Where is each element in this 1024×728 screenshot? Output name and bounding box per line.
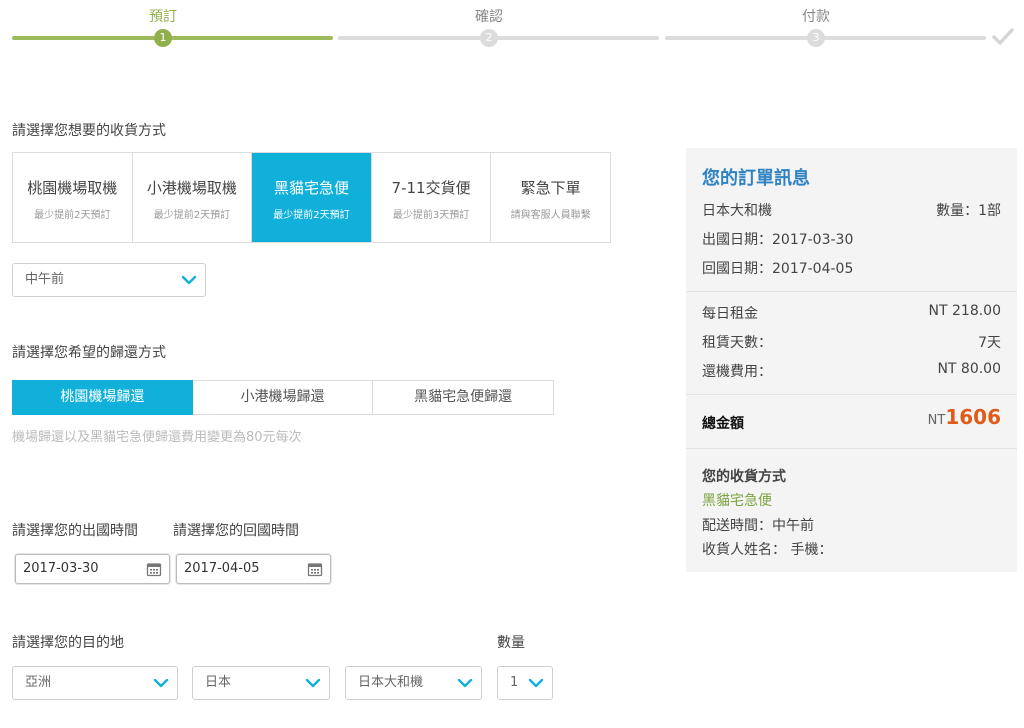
summary-method-value: 黑貓宅急便 [702, 493, 772, 509]
summary-recipient: 收貨人姓名： 手機： [702, 542, 833, 558]
delivery-section-title: 請選擇您想要的收貨方式 [12, 123, 166, 139]
delivery-options: 桃園機場取機 最少提前2天預訂 小港機場取機 最少提前2天預訂 黑貓宅急便 最少… [12, 152, 611, 243]
step-bar-confirm [338, 36, 659, 40]
return-fee-note: 機場歸還以及黑貓宅急便歸還費用變更為80元每次 [12, 430, 302, 445]
total-amount: NT1606 [928, 405, 1001, 429]
delivery-option-title: 黑貓宅急便 [273, 179, 349, 197]
total-currency: NT [927, 413, 946, 428]
delivery-option-sub: 最少提前3天預訂 [392, 210, 470, 221]
chevron-down-icon [528, 678, 544, 688]
delivery-time-select[interactable]: 中午前 [12, 263, 206, 297]
destination-label: 請選擇您的目的地 [12, 635, 124, 651]
step-dot-2: 2 [480, 29, 498, 47]
summary-divider [686, 394, 1017, 395]
delivery-time-value: 中午前 [25, 272, 65, 287]
delivery-option-sub: 最少提前2天預訂 [153, 210, 231, 221]
summary-product: 日本大和機 [702, 203, 772, 219]
summary-depart-row: 出國日期：2017-03-30 [702, 232, 854, 248]
return-options: 桃園機場歸還 小港機場歸還 黑貓宅急便歸還 [12, 380, 555, 415]
progress-steps: 預訂 確認 付款 1 2 3 [12, 0, 1016, 60]
summary-delivery-time: 配送時間：中午前 [702, 518, 814, 534]
delivery-option-title: 緊急下單 [520, 179, 581, 197]
rental-days-value: 7天 [978, 335, 1001, 351]
step-bar-booking [12, 36, 333, 40]
checkmark-icon [992, 28, 1014, 45]
summary-quantity: 數量：1部 [936, 203, 1001, 219]
summary-product-row: 日本大和機 數量：1部 [702, 200, 1001, 220]
country-select[interactable]: 日本 [192, 666, 330, 700]
step-label-payment: 付款 [802, 9, 830, 25]
summary-divider [686, 448, 1017, 449]
step-label-confirm: 確認 [475, 9, 503, 25]
device-select[interactable]: 日本大和機 [345, 666, 482, 700]
delivery-option-taoyuan[interactable]: 桃園機場取機 最少提前2天預訂 [13, 153, 133, 242]
calendar-icon[interactable] [307, 561, 323, 577]
summary-days-row: 租賃天數： 7天 [702, 332, 1001, 352]
return-date-label: 請選擇您的回國時間 [173, 523, 299, 539]
step-bar-payment [665, 36, 986, 40]
daily-rent-label: 每日租金 [702, 306, 758, 322]
return-option-xiaogang[interactable]: 小港機場歸還 [192, 380, 374, 415]
summary-divider [686, 291, 1017, 292]
delivery-option-711[interactable]: 7-11交貨便 最少提前3天預訂 [372, 153, 492, 242]
delivery-option-xiaogang[interactable]: 小港機場取機 最少提前2天預訂 [133, 153, 253, 242]
calendar-icon[interactable] [146, 561, 162, 577]
return-option-black-cat[interactable]: 黑貓宅急便歸還 [373, 380, 555, 415]
total-value: 1606 [945, 405, 1001, 429]
quantity-label: 數量 [497, 635, 525, 651]
rental-days-label: 租賃天數： [702, 335, 772, 351]
summary-fee-row: 還機費用： NT 80.00 [702, 361, 1001, 381]
total-label: 總金額 [702, 416, 744, 432]
return-fee-value: NT 80.00 [937, 361, 1001, 377]
region-value: 亞洲 [25, 675, 52, 690]
delivery-option-sub: 最少提前2天預訂 [273, 210, 350, 221]
summary-return-row: 回國日期：2017-04-05 [702, 261, 854, 277]
return-fee-label: 還機費用： [702, 364, 772, 380]
depart-date-label: 請選擇您的出國時間 [12, 523, 138, 539]
chevron-down-icon [457, 678, 473, 688]
summary-method-title: 您的收貨方式 [702, 469, 786, 485]
delivery-option-title: 桃園機場取機 [27, 179, 118, 197]
summary-total-row: 總金額 NT1606 [702, 405, 1001, 433]
region-select[interactable]: 亞洲 [12, 666, 178, 700]
order-summary-panel: 您的訂單訊息 日本大和機 數量：1部 出國日期：2017-03-30 回國日期：… [686, 148, 1017, 572]
delivery-option-sub: 最少提前2天預訂 [34, 210, 111, 221]
chevron-down-icon [305, 678, 321, 688]
return-date-input[interactable]: 2017-04-05 [176, 554, 331, 584]
summary-daily-row: 每日租金 NT 218.00 [702, 303, 1001, 323]
delivery-option-title: 小港機場取機 [146, 179, 237, 197]
order-summary-title: 您的訂單訊息 [702, 168, 810, 189]
device-value: 日本大和機 [358, 675, 424, 690]
delivery-option-sub: 請與客服人員聯繫 [510, 210, 591, 221]
quantity-select[interactable]: 1 [497, 666, 553, 700]
return-section-title: 請選擇您希望的歸還方式 [12, 345, 166, 361]
delivery-option-title: 7-11交貨便 [391, 179, 471, 197]
chevron-down-icon [153, 678, 169, 688]
daily-rent-value: NT 218.00 [928, 303, 1001, 319]
step-dot-3: 3 [807, 29, 825, 47]
country-value: 日本 [205, 675, 232, 690]
chevron-down-icon [181, 275, 197, 285]
quantity-value: 1 [510, 675, 519, 690]
depart-date-input[interactable]: 2017-03-30 [15, 554, 170, 584]
delivery-option-black-cat[interactable]: 黑貓宅急便 最少提前2天預訂 [252, 153, 372, 242]
return-date-value: 2017-04-05 [184, 561, 260, 576]
delivery-option-urgent[interactable]: 緊急下單 請與客服人員聯繫 [491, 153, 610, 242]
step-dot-1: 1 [154, 29, 172, 47]
depart-date-value: 2017-03-30 [23, 561, 99, 576]
step-label-booking: 預訂 [149, 9, 177, 25]
return-option-taoyuan[interactable]: 桃園機場歸還 [12, 380, 193, 415]
